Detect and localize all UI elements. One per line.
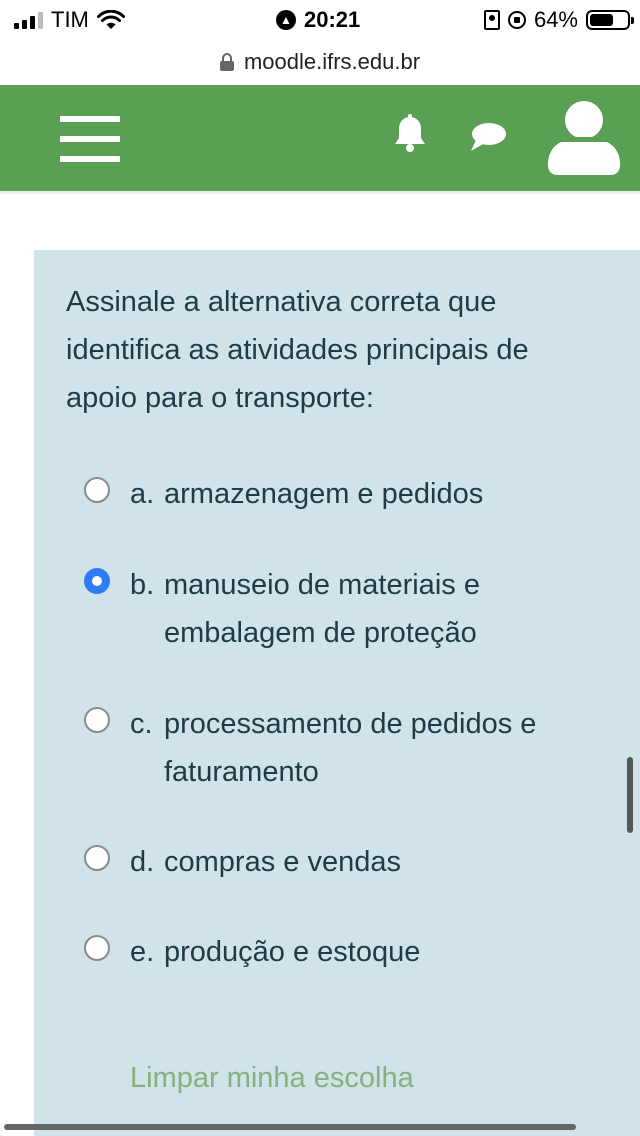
- battery-percent: 64%: [533, 7, 578, 32]
- status-center: ▲ 20:21: [276, 6, 360, 34]
- user-avatar-icon[interactable]: [546, 100, 622, 176]
- chat-bubble-icon[interactable]: [468, 120, 508, 154]
- option-text: armazenagem e pedidos: [164, 478, 484, 510]
- padlock-icon: [219, 53, 234, 71]
- cellular-signal-icon: [14, 11, 43, 29]
- battery-level-fill: [590, 14, 614, 26]
- carrier-name: TIM: [51, 7, 89, 32]
- option-letter: c.: [130, 708, 153, 740]
- screen: TIM ▲ 20:21 64% moodle.ifrs.edu.br Assin…: [0, 0, 640, 1136]
- option-text: compras e vendas: [164, 846, 401, 878]
- status-left: TIM: [14, 6, 125, 34]
- home-indicator[interactable]: [4, 1124, 576, 1130]
- battery-icon: [586, 10, 634, 30]
- option-letter: b.: [130, 569, 155, 601]
- option-text: manuseio de materiais e embalagem de pro…: [164, 569, 480, 649]
- radio-button-e[interactable]: [84, 935, 110, 961]
- option-text: processamento de pedidos e faturamento: [164, 708, 537, 788]
- location-services-icon: ▲: [276, 10, 296, 30]
- clear-choice-link[interactable]: Limpar minha escolha: [130, 1056, 414, 1100]
- radio-button-c[interactable]: [84, 707, 110, 733]
- bell-icon[interactable]: [392, 114, 428, 154]
- radio-button-b[interactable]: [84, 568, 110, 594]
- radio-button-d[interactable]: [84, 845, 110, 871]
- status-bar: TIM ▲ 20:21 64%: [0, 0, 640, 40]
- option-text: produção e estoque: [164, 936, 421, 968]
- wifi-icon: [96, 10, 125, 29]
- vertical-scrollbar[interactable]: [627, 757, 633, 833]
- status-right: 64%: [483, 6, 634, 34]
- option-letter: a.: [130, 478, 155, 510]
- radio-button-a[interactable]: [84, 477, 110, 503]
- header-shadow: [0, 191, 640, 195]
- question-text: Assinale a alternativa correta que ident…: [66, 286, 529, 414]
- url-bar[interactable]: moodle.ifrs.edu.br: [0, 40, 640, 84]
- contact-card-icon: [483, 10, 500, 30]
- clock-time: 20:21: [304, 7, 361, 32]
- rotation-lock-icon: [507, 11, 526, 29]
- option-letter: d.: [130, 846, 155, 878]
- hamburger-icon[interactable]: [60, 116, 120, 162]
- option-letter: e.: [130, 936, 155, 968]
- url-domain: moodle.ifrs.edu.br: [243, 49, 421, 74]
